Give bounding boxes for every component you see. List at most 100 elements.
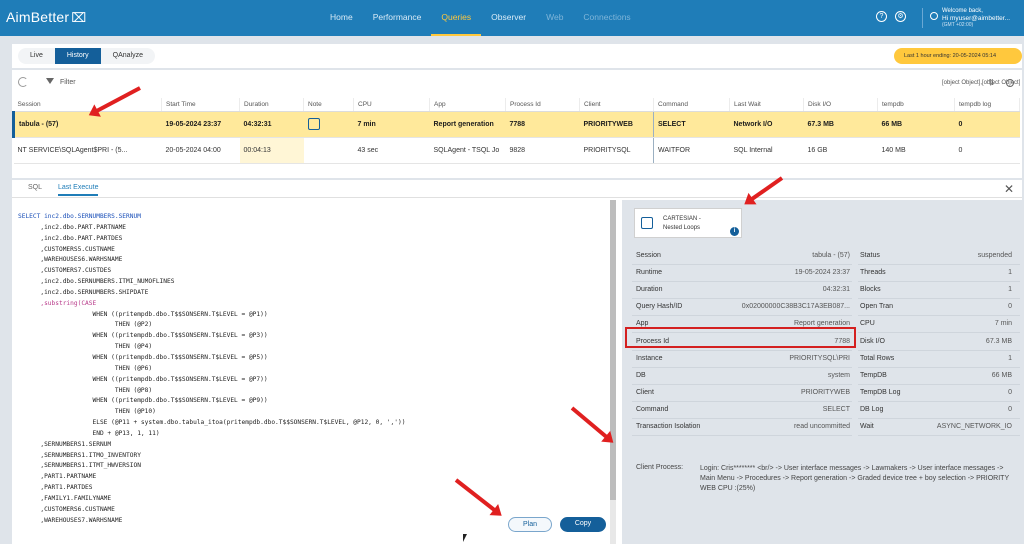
col-tempdb-log[interactable]: tempdb log: [954, 98, 1020, 112]
cell-app: SQLAgent - TSQL Jo: [429, 137, 506, 164]
nav-queries[interactable]: Queries: [431, 0, 482, 36]
cell-duration: 04:32:31: [239, 111, 304, 138]
detail-value: 04:32:31: [822, 286, 850, 294]
filter-label[interactable]: Filter: [60, 79, 76, 86]
copy-button[interactable]: Copy: [560, 517, 606, 532]
cell-tempdb: 66 MB: [877, 111, 955, 138]
detail-key: Disk I/O: [860, 337, 885, 345]
col-app[interactable]: App: [429, 98, 506, 112]
col-cpu[interactable]: CPU: [353, 98, 430, 112]
detail-row: CPU 7 min: [858, 316, 1020, 334]
mode-qanalyze[interactable]: QAnalyze: [101, 48, 155, 64]
detail-row: Wait ASYNC_NETWORK_IO: [858, 419, 1020, 436]
col-note[interactable]: Note: [303, 98, 354, 112]
code-scrollbar[interactable]: [610, 200, 616, 544]
cell-cpu: 43 sec: [353, 137, 430, 164]
detail-value: 67.3 MB: [985, 337, 1012, 345]
time-range-label: Last 1 hour ending: 20-05-2024 05:14: [904, 53, 997, 59]
nav-connections[interactable]: Connections: [573, 0, 640, 36]
cell-command: SELECT: [653, 111, 730, 138]
plan-note-icon[interactable]: [307, 118, 320, 130]
detail-key: DB: [636, 371, 646, 379]
detail-key: Status: [860, 252, 880, 259]
plan-line-2: Nested Loops: [663, 225, 701, 231]
columns-toggle-icon[interactable]: ⇅: [988, 78, 995, 87]
col-command[interactable]: Command: [653, 98, 730, 112]
mode-switch: Live History QAnalyze: [18, 48, 155, 64]
detail-value: 0: [1008, 405, 1012, 413]
detail-key: TempDB Log: [860, 388, 901, 396]
detail-key: Session: [636, 252, 661, 259]
main-nav: Home Performance Queries Observer Web Co…: [320, 0, 641, 36]
code-line: ,CUSTOMERS7.CUSTDES: [18, 267, 112, 275]
detail-row: Duration 04:32:31: [632, 282, 852, 300]
code-line: ,inc2.dbo.SERNUMBERS.ITMI_NUMOFLINES: [18, 278, 175, 286]
col-duration[interactable]: Duration: [239, 98, 304, 112]
info-icon[interactable]: i: [730, 227, 739, 236]
cell-tlog: 0: [954, 137, 1020, 164]
nav-web[interactable]: Web: [536, 0, 573, 36]
mode-history[interactable]: History: [54, 48, 101, 64]
plan-card[interactable]: CARTESIAN - Nested Loops i: [634, 208, 742, 238]
code-line: THEN (@P2): [18, 321, 153, 329]
cell-start: 19-05-2024 23:37: [161, 111, 240, 138]
detail-key: Transaction Isolation: [636, 423, 701, 430]
close-icon[interactable]: ✕: [1004, 182, 1014, 196]
detail-value: SELECT: [822, 405, 850, 413]
app-logo[interactable]: AimBetter ⌧: [6, 9, 86, 26]
code-line: ,PART1.PARTDES: [18, 484, 93, 492]
detail-key: DB Log: [860, 405, 884, 413]
detail-key: Query Hash/ID: [636, 303, 683, 311]
scrollbar-thumb[interactable]: [610, 200, 616, 500]
sessions-table: Session Start Time Duration Note CPU App…: [12, 98, 1020, 164]
detail-tabs: SQL Last Execute ✕: [12, 180, 1022, 198]
col-disk-io[interactable]: Disk I/O: [803, 98, 878, 112]
mode-live[interactable]: Live: [18, 48, 55, 64]
welcome-text: Welcome back,: [942, 8, 983, 14]
process-id-highlight: [625, 327, 856, 348]
tab-sql[interactable]: SQL: [28, 184, 42, 191]
query-detail-panel: SQL Last Execute ✕ SELECT inc2.dbo.SERNU…: [12, 180, 1022, 544]
user-menu[interactable]: Welcome back, Hi myuser@aimbetter... (GM…: [942, 8, 1022, 29]
code-line: ELSE (@P11 + system.dbo.tabula_itoa(prit…: [18, 419, 406, 427]
filter-icon[interactable]: [46, 78, 54, 84]
col-client[interactable]: Client: [579, 98, 654, 112]
user-icon[interactable]: [930, 12, 938, 20]
nav-observer[interactable]: Observer: [481, 0, 536, 36]
tab-last-execute[interactable]: Last Execute: [58, 184, 99, 196]
detail-key: Threads: [860, 269, 886, 277]
cell-client: PRIORITYSQL: [579, 137, 654, 164]
detail-value: system: [827, 371, 850, 379]
code-line: WHEN ((pritempdb.dbo.T$$SONSERN.T$LEVEL …: [18, 310, 268, 318]
col-tempdb[interactable]: tempdb: [877, 98, 955, 112]
detail-row: Open Tran 0: [858, 299, 1020, 317]
settings-gear-icon[interactable]: ⚙: [895, 11, 906, 22]
sessions-grid-panel: Filter [object Object],[object Object] ⇅…: [12, 70, 1022, 178]
col-process-id[interactable]: Process Id: [505, 98, 580, 112]
detail-value: read uncommitted: [793, 423, 850, 430]
mouse-cursor: [463, 534, 467, 542]
table-row[interactable]: tabula - (57) 19-05-2024 23:37 04:32:31 …: [12, 111, 1020, 138]
detail-value: 1: [1008, 269, 1012, 277]
code-line: END + @P13, 1, 11): [18, 429, 160, 437]
cell-command: WAITFOR: [653, 137, 730, 164]
time-range-button[interactable]: Last 1 hour ending: 20-05-2024 05:14: [894, 48, 1022, 64]
detail-key: Command: [636, 405, 669, 413]
cell-cpu: 7 min: [353, 111, 430, 138]
help-icon[interactable]: ?: [876, 11, 887, 22]
cell-note: [303, 111, 354, 138]
code-line: ,FAMILY1.FAMILYNAME: [18, 494, 112, 502]
plan-button[interactable]: Plan: [508, 517, 552, 532]
col-start-time[interactable]: Start Time: [161, 98, 240, 112]
refresh-icon[interactable]: [18, 77, 28, 87]
nav-home[interactable]: Home: [320, 0, 363, 36]
table-row[interactable]: NT SERVICE\SQLAgent$PRI - (5... 20-05-20…: [13, 137, 1020, 164]
cell-session: NT SERVICE\SQLAgent$PRI - (5...: [13, 137, 162, 164]
nav-performance[interactable]: Performance: [363, 0, 432, 36]
user-name: Hi myuser@aimbetter...: [942, 15, 1011, 22]
grid-settings-icon[interactable]: [1006, 79, 1014, 87]
plan-line-1: CARTESIAN -: [663, 216, 701, 222]
detail-value: 66 MB: [991, 371, 1012, 379]
code-line: THEN (@P8): [18, 386, 153, 394]
col-last-wait[interactable]: Last Wait: [729, 98, 804, 112]
